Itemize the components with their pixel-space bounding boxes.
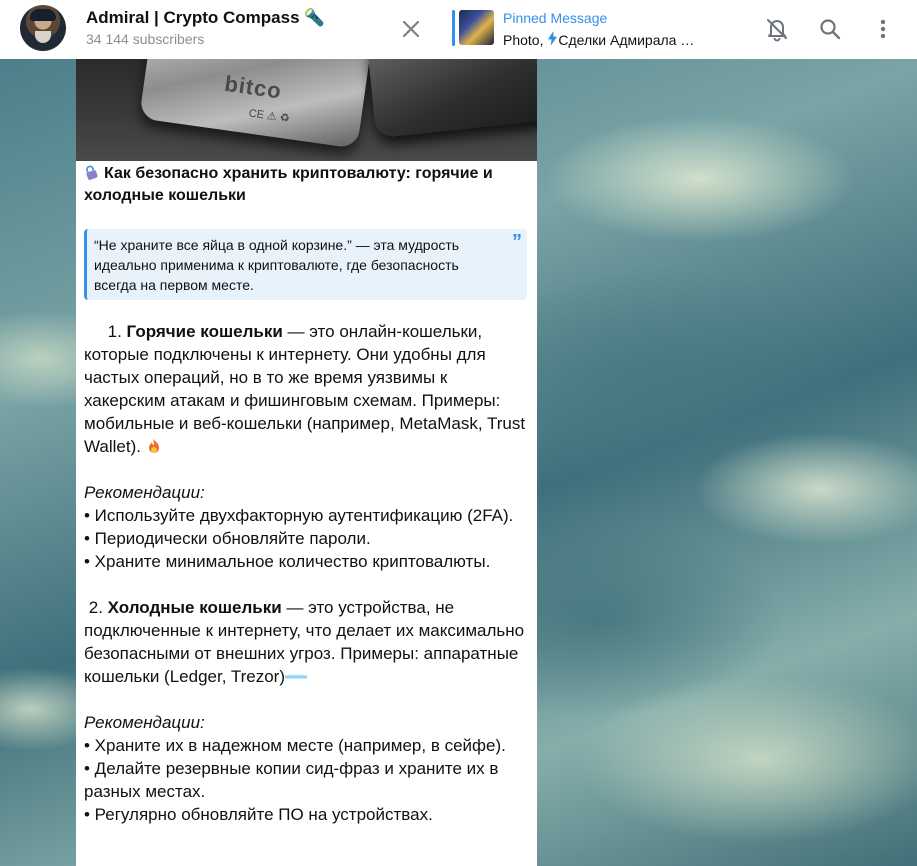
hot-rec-item: • Периодически обновляйте пароли. [84, 529, 371, 548]
lock-icon [84, 164, 100, 180]
avatar-beard [35, 31, 51, 43]
channel-avatar[interactable] [20, 5, 66, 51]
hardware-wallet-silver: bitco CE ⚠ ♻ [139, 59, 373, 149]
pinned-prefix: Photo, [503, 32, 548, 48]
pinned-indicator-bar [452, 10, 455, 46]
cold-rec-item: • Храните их в надежном месте (например,… [84, 736, 506, 755]
pinned-message-preview[interactable]: Photo, Сделки Адмирала … [503, 31, 694, 49]
hot-title: Горячие кошельки [126, 322, 283, 341]
close-pinned-button[interactable] [396, 14, 426, 44]
more-options-button[interactable] [868, 14, 898, 44]
hot-wallets-paragraph: 1. Горячие кошельки — это онлайн-кошельк… [84, 320, 529, 458]
hot-wallets-section: 1. Горячие кошельки — это онлайн-кошельк… [84, 320, 529, 826]
cold-prefix: 2. [84, 598, 108, 617]
ice-icon [284, 667, 308, 686]
fire-icon [146, 437, 162, 453]
heading-text: Как безопасно хранить криптовалюту: горя… [84, 165, 493, 204]
cold-rec-item: • Регулярно обновляйте ПО на устройствах… [84, 805, 433, 824]
message-heading: Как безопасно хранить криптовалюту: горя… [84, 163, 529, 207]
avatar-cap [30, 9, 56, 21]
bell-off-icon [767, 19, 787, 42]
quote-block: “Не храните все яйца в одной корзине.” —… [84, 229, 527, 300]
hardware-wallet-dark [366, 59, 537, 139]
quote-icon: ” [512, 231, 522, 253]
message-text: Как безопасно хранить криптовалюту: горя… [84, 163, 529, 826]
search-icon [820, 19, 841, 40]
pinned-text: Сделки Адмирала … [558, 32, 695, 48]
chat-header: Admiral | Crypto Compass 🔦 34 144 subscri… [0, 0, 917, 59]
pinned-thumbnail[interactable] [459, 10, 494, 45]
hot-prefix: 1. [84, 322, 127, 341]
channel-title[interactable]: Admiral | Crypto Compass [86, 8, 300, 27]
subscriber-count: 34 144 subscribers [86, 31, 205, 47]
close-icon [402, 20, 420, 38]
photo-engraving: bitco [223, 70, 284, 104]
quote-text: “Не храните все яйца в одной корзине.” —… [94, 237, 460, 293]
search-button[interactable] [815, 14, 845, 44]
hot-rec-item: • Храните минимальное количество криптов… [84, 552, 491, 571]
cold-rec-item: • Делайте резервные копии сид-фраз и хра… [84, 759, 499, 801]
photo-marks: CE ⚠ ♻ [247, 107, 291, 126]
message-photo[interactable]: bitco CE ⚠ ♻ [76, 59, 537, 161]
hot-recs-label: Рекомендации: [84, 483, 205, 502]
cold-recs-label: Рекомендации: [84, 713, 205, 732]
message-bubble[interactable]: bitco CE ⚠ ♻ Как безопасно хранить крипт… [76, 59, 537, 866]
lightning-icon [547, 31, 558, 49]
cold-title: Холодные кошельки [107, 598, 282, 617]
more-vertical-icon [880, 19, 886, 39]
pinned-message-title[interactable]: Pinned Message [503, 10, 607, 26]
hot-rec-item: • Используйте двухфакторную аутентификац… [84, 506, 514, 525]
cold-wallets-paragraph: 2. Холодные кошельки — это устройства, н… [84, 596, 529, 688]
channel-title-row[interactable]: Admiral | Crypto Compass 🔦 [86, 8, 325, 28]
flashlight-icon: 🔦 [303, 8, 325, 27]
mute-button[interactable] [762, 14, 792, 44]
hot-text: — это онлайн-кошельки, которые подключен… [84, 322, 530, 456]
